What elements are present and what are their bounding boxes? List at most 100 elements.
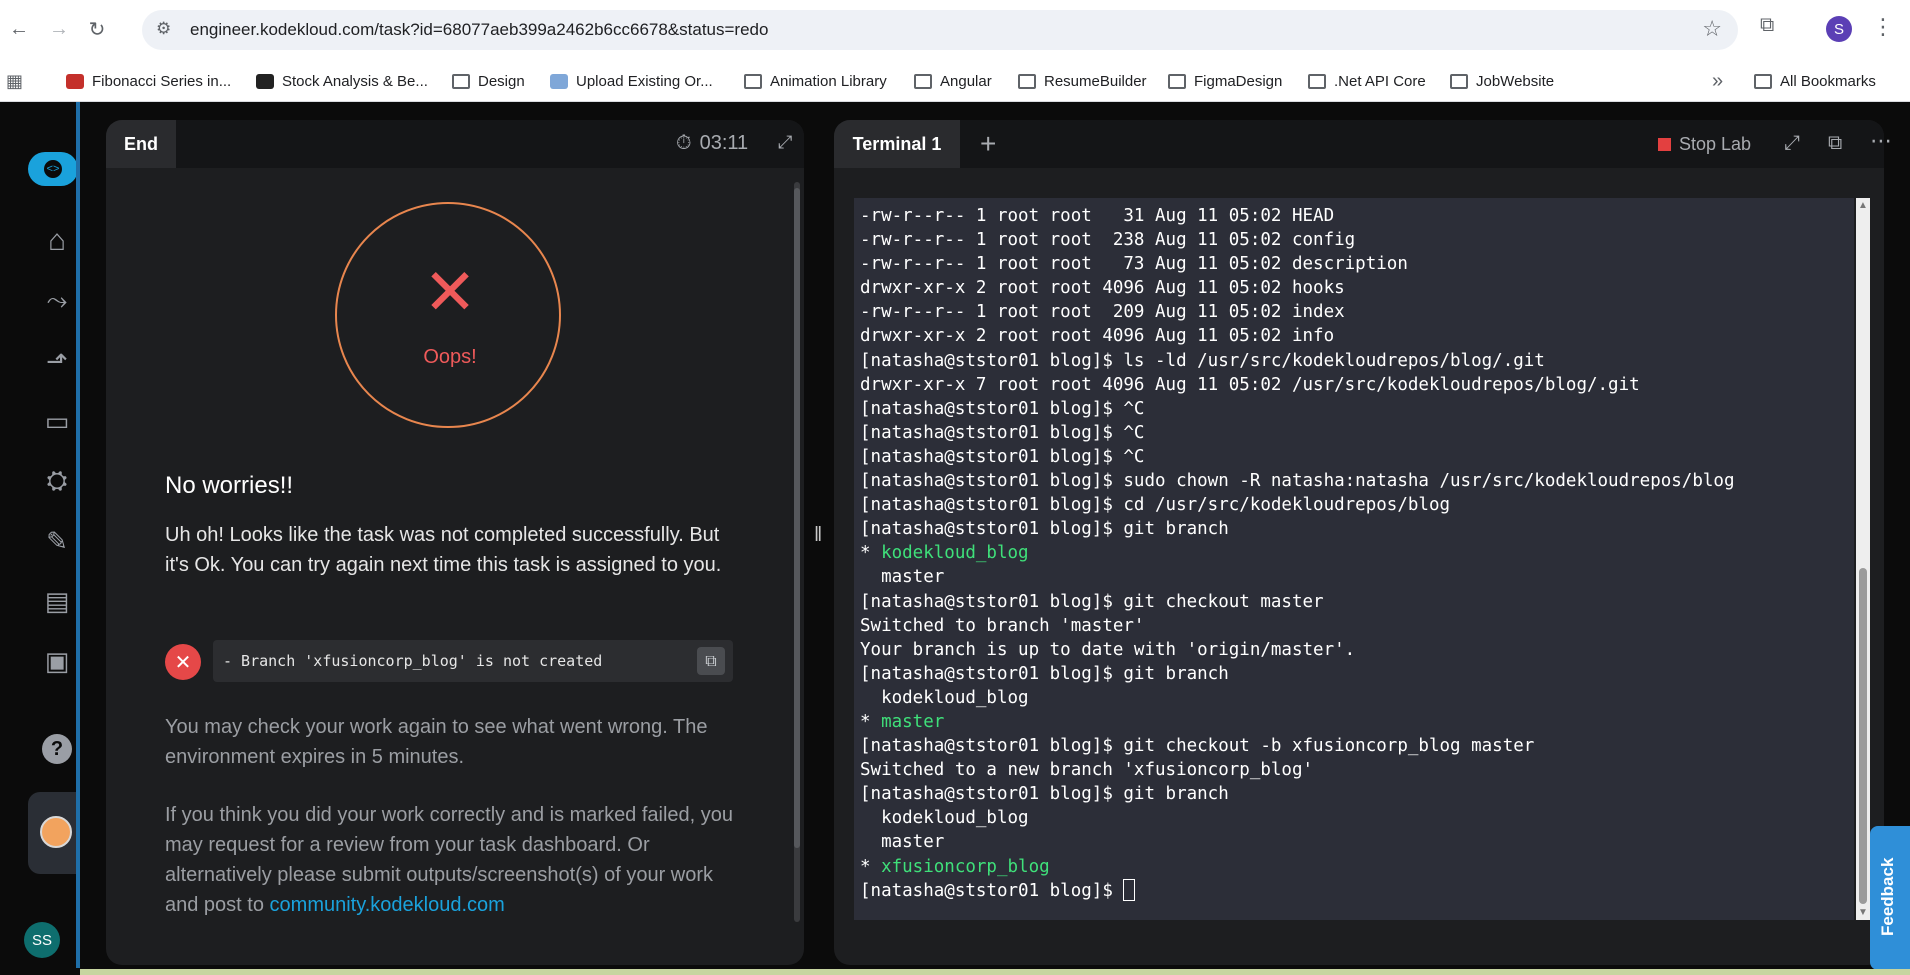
forward-icon[interactable]: → — [44, 14, 74, 44]
terminal-line: * master — [860, 711, 945, 732]
learning-path-icon[interactable]: ⤳ — [38, 282, 76, 320]
expand-icon[interactable]: ⤢ — [1784, 132, 1800, 155]
bookmark-item[interactable]: Fibonacci Series in... — [66, 68, 231, 94]
failure-code: - Branch 'xfusioncorp_blog' is not creat… — [213, 640, 733, 682]
terminal-line: [natasha@ststor01 blog]$ git checkout ma… — [860, 591, 1324, 612]
terminal-line: Your branch is up to date with 'origin/m… — [860, 639, 1356, 660]
panel-splitter-handle[interactable]: ‖ — [814, 524, 822, 547]
terminal-line: -rw-r--r-- 1 root root 209 Aug 11 05:02 … — [860, 302, 1345, 323]
expand-icon[interactable]: ⤢ — [778, 132, 792, 153]
terminal-line: [natasha@ststor01 blog]$ ls -ld /usr/src… — [860, 350, 1545, 371]
terminal-line: Switched to branch 'master' — [860, 615, 1145, 636]
terminal-line: kodekloud_blog — [860, 808, 1029, 829]
scroll-thumb[interactable] — [794, 188, 800, 848]
terminal-line: master — [860, 832, 945, 853]
bookmark-label: Design — [478, 72, 525, 90]
address-bar[interactable]: ⚙ engineer.kodekloud.com/task?id=68077ae… — [142, 10, 1738, 50]
bookmark-item[interactable]: Design — [452, 68, 525, 94]
terminal-line: [natasha@ststor01 blog]$ git branch — [860, 784, 1229, 805]
terminal-line: [natasha@ststor01 blog]$ cd /usr/src/kod… — [860, 495, 1451, 516]
all-bookmarks[interactable]: All Bookmarks — [1754, 68, 1876, 94]
left-scrollbar[interactable] — [794, 182, 800, 922]
courses-icon[interactable]: ▭ — [38, 402, 76, 440]
folder-icon — [744, 73, 762, 89]
copy-icon[interactable]: ⧉ — [697, 647, 725, 675]
site-icon — [550, 73, 568, 89]
docs-icon[interactable]: ▤ — [38, 582, 76, 620]
open-external-icon[interactable]: ⧉ — [1828, 132, 1842, 155]
current-branch: xfusioncorp_blog — [881, 856, 1050, 877]
more-bookmarks-icon[interactable]: » — [1712, 68, 1723, 94]
scroll-thumb[interactable] — [1859, 568, 1867, 904]
progress-icon[interactable]: ⬏ — [38, 342, 76, 380]
terminal-line: Switched to a new branch 'xfusioncorp_bl… — [860, 760, 1314, 781]
bookmark-item[interactable]: JobWebsite — [1450, 68, 1554, 94]
bookmark-label: Fibonacci Series in... — [92, 72, 232, 90]
scroll-down-icon[interactable]: ▼ — [1858, 907, 1868, 918]
browser-menu-icon[interactable]: ⋮ — [1872, 14, 1894, 40]
terminal-line: [natasha@ststor01 blog]$ — [860, 878, 1734, 903]
kodekloud-logo[interactable]: <> — [28, 152, 78, 186]
leaderboard-icon[interactable]: ⛭ — [38, 462, 76, 500]
scroll-up-icon[interactable]: ▲ — [1858, 200, 1868, 211]
bookmark-item[interactable]: FigmaDesign — [1168, 68, 1282, 94]
folder-icon — [1754, 73, 1772, 89]
terminal-line: [natasha@ststor01 blog]$ sudo chown -R n… — [860, 471, 1735, 492]
terminal-line: -rw-r--r-- 1 root root 31 Aug 11 05:02 H… — [860, 206, 1335, 226]
bookmark-star-icon[interactable]: ☆ — [1702, 16, 1722, 42]
failure-text: - Branch 'xfusioncorp_blog' is not creat… — [223, 652, 603, 670]
terminal-line: -rw-r--r-- 1 root root 238 Aug 11 05:02 … — [860, 230, 1356, 251]
back-icon[interactable]: ← — [4, 14, 34, 44]
terminal-screen[interactable]: -rw-r--r-- 1 root root 31 Aug 11 05:02 H… — [854, 198, 1854, 920]
terminal-panel: Terminal 1 + Stop Lab ⤢ ⧉ ⋯ -rw-r--r-- 1… — [834, 120, 1892, 965]
user-initials-avatar[interactable]: SS — [24, 922, 60, 958]
terminal-output: -rw-r--r-- 1 root root 31 Aug 11 05:02 H… — [860, 204, 1734, 903]
terminal-line: drwxr-xr-x 7 root root 4096 Aug 11 05:02… — [860, 374, 1640, 395]
chat-icon[interactable]: ▣ — [38, 642, 76, 680]
terminal-line: [natasha@ststor01 blog]$ git branch — [860, 663, 1229, 684]
community-link[interactable]: community.kodekloud.com — [270, 894, 505, 916]
bookmark-item[interactable]: Upload Existing Or... — [550, 68, 713, 94]
browser-toolbar: ← → ↻ ⚙ engineer.kodekloud.com/task?id=6… — [0, 0, 1910, 60]
avatar — [40, 816, 72, 848]
extensions-icon[interactable]: ⧉ — [1760, 14, 1774, 37]
feedback-button[interactable]: Feedback — [1870, 826, 1910, 970]
current-branch: master — [881, 711, 945, 732]
folder-icon — [452, 73, 470, 89]
bookmark-item[interactable]: Stock Analysis & Be... — [256, 68, 428, 94]
terminal-line: [natasha@ststor01 blog]$ git branch — [860, 519, 1229, 540]
terminal-cursor — [1123, 878, 1136, 901]
tasks-icon[interactable]: ✎ — [38, 522, 76, 560]
terminal-line: [natasha@ststor01 blog]$ git checkout -b… — [860, 736, 1535, 757]
bookmark-item[interactable]: Angular — [914, 68, 992, 94]
stop-lab-button[interactable]: Stop Lab — [1658, 134, 1751, 155]
bookmark-item[interactable]: ResumeBuilder — [1018, 68, 1147, 94]
terminal-scrollbar[interactable]: ▲ ▼ — [1856, 198, 1870, 920]
add-tab-icon[interactable]: + — [980, 128, 996, 160]
terminal-line: kodekloud_blog — [860, 687, 1029, 708]
folder-icon — [1308, 73, 1326, 89]
help-icon[interactable]: ? — [42, 734, 72, 764]
apps-grid-icon[interactable]: ▦ — [6, 68, 23, 94]
timer-value: 03:11 — [699, 132, 749, 154]
home-icon[interactable]: ⌂ — [38, 222, 76, 260]
avatar-box[interactable] — [28, 792, 80, 874]
task-result-panel: End ⏱ 03:11 ⤢ ✕ Oops! No worries!! Uh oh!… — [106, 120, 804, 965]
reload-icon[interactable]: ↻ — [82, 14, 112, 44]
tab-end[interactable]: End — [106, 120, 176, 168]
all-bookmarks-label: All Bookmarks — [1780, 72, 1876, 90]
bookmark-label: .Net API Core — [1334, 72, 1426, 90]
more-options-icon[interactable]: ⋯ — [1870, 128, 1892, 154]
bookmark-label: FigmaDesign — [1194, 72, 1283, 90]
terminal-line: [natasha@ststor01 blog]$ ^C — [860, 422, 1145, 443]
bookmark-item[interactable]: .Net API Core — [1308, 68, 1426, 94]
url-text[interactable]: engineer.kodekloud.com/task?id=68077aeb3… — [190, 20, 768, 40]
bookmark-label: Stock Analysis & Be... — [282, 72, 428, 90]
current-branch: kodekloud_blog — [881, 543, 1029, 564]
tab-terminal-1[interactable]: Terminal 1 — [834, 120, 960, 168]
oops-circle: ✕ Oops! — [335, 202, 561, 428]
site-info-icon[interactable]: ⚙ — [156, 19, 171, 39]
bookmark-item[interactable]: Animation Library — [744, 68, 887, 94]
terminal-line: drwxr-xr-x 2 root root 4096 Aug 11 05:02… — [860, 326, 1335, 347]
profile-avatar[interactable]: S — [1826, 16, 1852, 42]
